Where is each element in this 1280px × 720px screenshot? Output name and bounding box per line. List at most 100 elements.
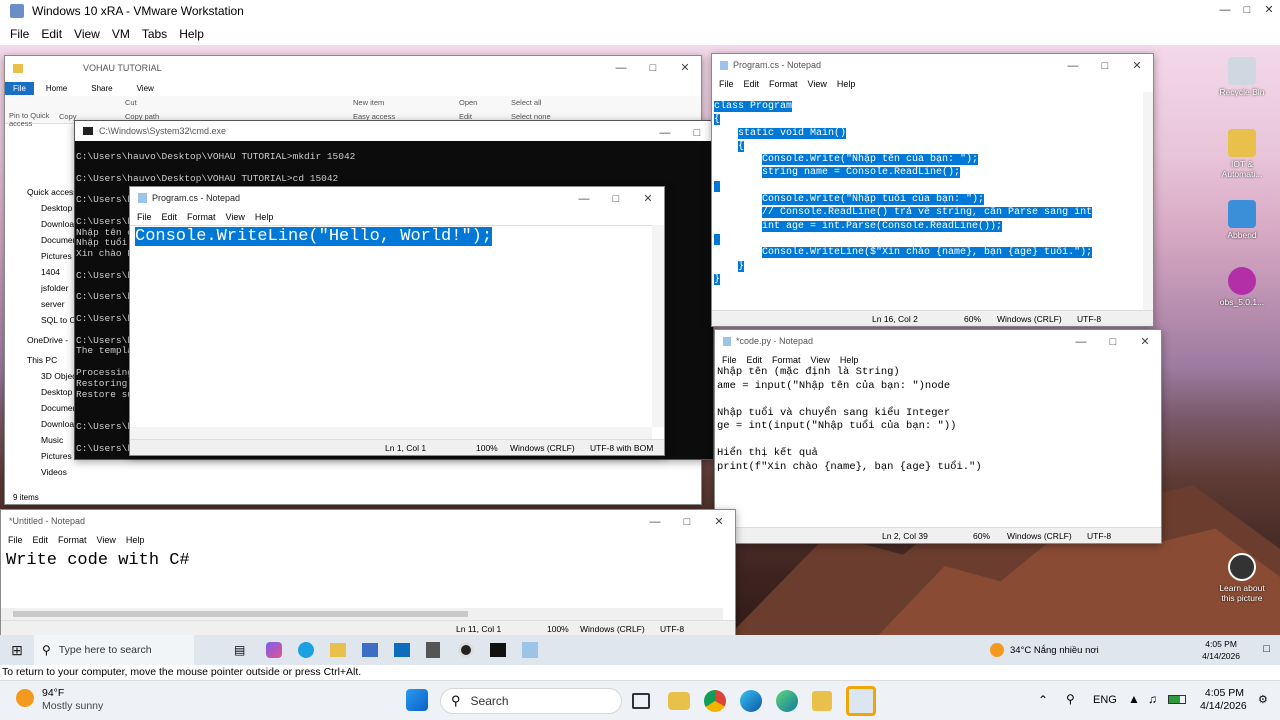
menu-edit[interactable]: Edit [739,79,765,89]
select-all-button[interactable]: Select all [511,98,541,107]
vertical-scrollbar[interactable] [1143,92,1153,310]
tab-file[interactable]: File [5,81,34,95]
copilot-icon[interactable] [266,642,282,658]
close-button[interactable]: ✕ [1258,0,1280,22]
menu-file[interactable]: File [4,27,35,41]
edge-dev-icon[interactable] [776,690,798,712]
notepad-taskbar-icon[interactable] [522,642,538,658]
menu-file[interactable]: File [717,355,742,365]
guest-weather[interactable]: 34°C Nắng nhiều nơi [1010,645,1099,656]
minimize-button[interactable]: — [568,187,600,209]
menu-file[interactable]: File [714,79,739,89]
menu-vm[interactable]: VM [106,27,136,41]
new-item-button[interactable]: New item [353,98,384,107]
close-button[interactable]: ✕ [1121,54,1153,76]
minimize-button[interactable]: — [605,56,637,80]
tab-home[interactable]: Home [34,84,79,93]
menu-help[interactable]: Help [835,355,864,365]
desktop-icon-abbend[interactable]: Abbend [1214,200,1270,240]
editor[interactable]: Nhập tên (mặc định là String) ame = input… [717,366,1151,474]
edge-icon[interactable] [298,642,314,658]
menu-view[interactable]: View [92,535,121,545]
maximize-button[interactable]: □ [1097,330,1129,352]
maximize-button[interactable]: □ [671,510,703,532]
menu-view[interactable]: View [803,79,832,89]
close-button[interactable]: ✕ [1129,330,1161,352]
notification-icon[interactable]: □ [1263,643,1270,655]
cmd-taskbar-icon[interactable] [490,643,506,657]
close-button[interactable]: ✕ [632,187,664,209]
menu-view[interactable]: View [221,212,250,222]
editor[interactable]: class Program { static void Main() { Cons… [714,100,1141,286]
editor[interactable]: Write code with C# [1,548,735,573]
host-search-box[interactable]: ⚲ Search [440,688,622,714]
guest-clock[interactable]: 4:05 PM 4/14/2026 [1202,638,1240,662]
calculator-icon[interactable] [426,642,440,658]
task-view-icon[interactable]: ▤ [234,643,254,657]
tab-share[interactable]: Share [79,84,124,93]
minimize-button[interactable]: — [1214,0,1236,22]
minimize-button[interactable]: — [639,510,671,532]
menu-edit[interactable]: Edit [742,355,768,365]
scroll-thumb[interactable] [13,611,468,617]
outlook-icon[interactable] [394,643,410,657]
nav-videos[interactable]: Videos [13,464,105,480]
windows-start-icon[interactable] [406,689,428,711]
task-view-icon[interactable] [632,693,650,709]
menu-help[interactable]: Help [121,535,150,545]
chevron-up-icon[interactable]: ⌃ [1038,693,1048,707]
desktop-icon-iot-folder[interactable]: IOT & Automati... [1214,129,1270,179]
menu-format[interactable]: Format [764,79,803,89]
cut-button[interactable]: Cut [125,98,137,107]
menu-edit[interactable]: Edit [28,535,54,545]
menu-view[interactable]: View [806,355,835,365]
close-button[interactable]: ✕ [703,510,735,532]
menu-format[interactable]: Format [182,212,221,222]
desktop-icon-obs[interactable]: obs_5.0.1... [1214,267,1270,307]
edge-icon[interactable] [740,690,762,712]
vmware-taskbar-icon[interactable] [846,686,876,716]
open-button[interactable]: Open [459,98,477,107]
tab-view[interactable]: View [125,84,166,93]
notification-bell-icon[interactable]: ⚙ [1258,693,1268,706]
editor[interactable]: Console.WriteLine("Hello, World!"); [130,225,652,427]
host-clock[interactable]: 4:05 PM 4/14/2026 [1200,687,1247,713]
desktop-icon-learn-picture[interactable]: Learn about this picture [1214,553,1270,603]
host-weather[interactable]: 94°F Mostly sunny [42,687,103,713]
menu-edit[interactable]: Edit [35,27,68,41]
maximize-button[interactable]: □ [637,56,669,80]
microphone-icon[interactable]: ⚲ [1066,692,1075,706]
file-explorer-icon[interactable] [668,692,690,710]
menu-tabs[interactable]: Tabs [136,27,173,41]
host-lang[interactable]: ENG [1093,694,1117,706]
menu-help[interactable]: Help [832,79,861,89]
store-icon[interactable] [362,643,378,657]
menu-help[interactable]: Help [173,27,210,41]
wifi-icon[interactable]: ▲ [1128,692,1140,706]
pin-quick-access-button[interactable]: Pin to Quick access [9,112,59,128]
horizontal-scrollbar[interactable] [130,427,652,439]
menu-file[interactable]: File [132,212,157,222]
file-explorer-icon[interactable] [330,643,346,657]
maximize-button[interactable]: □ [600,187,632,209]
desktop-icon-recycle-bin[interactable]: Recycle Bin [1214,57,1270,97]
snipping-icon[interactable] [812,691,832,711]
menu-help[interactable]: Help [250,212,279,222]
taskbar-search[interactable]: ⚲ Type here to search [34,635,194,665]
menu-format[interactable]: Format [53,535,92,545]
minimize-button[interactable]: — [1065,330,1097,352]
obs-icon[interactable] [458,642,474,658]
start-button[interactable]: ⊞ [0,642,34,659]
close-button[interactable]: ✕ [669,56,701,80]
maximize-button[interactable]: □ [681,121,713,141]
maximize-button[interactable]: □ [1236,0,1258,22]
minimize-button[interactable]: — [649,121,681,141]
volume-icon[interactable]: ♫ [1148,692,1157,706]
vertical-scrollbar[interactable] [652,225,664,427]
horizontal-scrollbar[interactable] [1,608,723,620]
menu-edit[interactable]: Edit [157,212,183,222]
minimize-button[interactable]: — [1057,54,1089,76]
battery-icon[interactable] [1168,695,1186,704]
chrome-icon[interactable] [704,690,726,712]
menu-view[interactable]: View [68,27,106,41]
